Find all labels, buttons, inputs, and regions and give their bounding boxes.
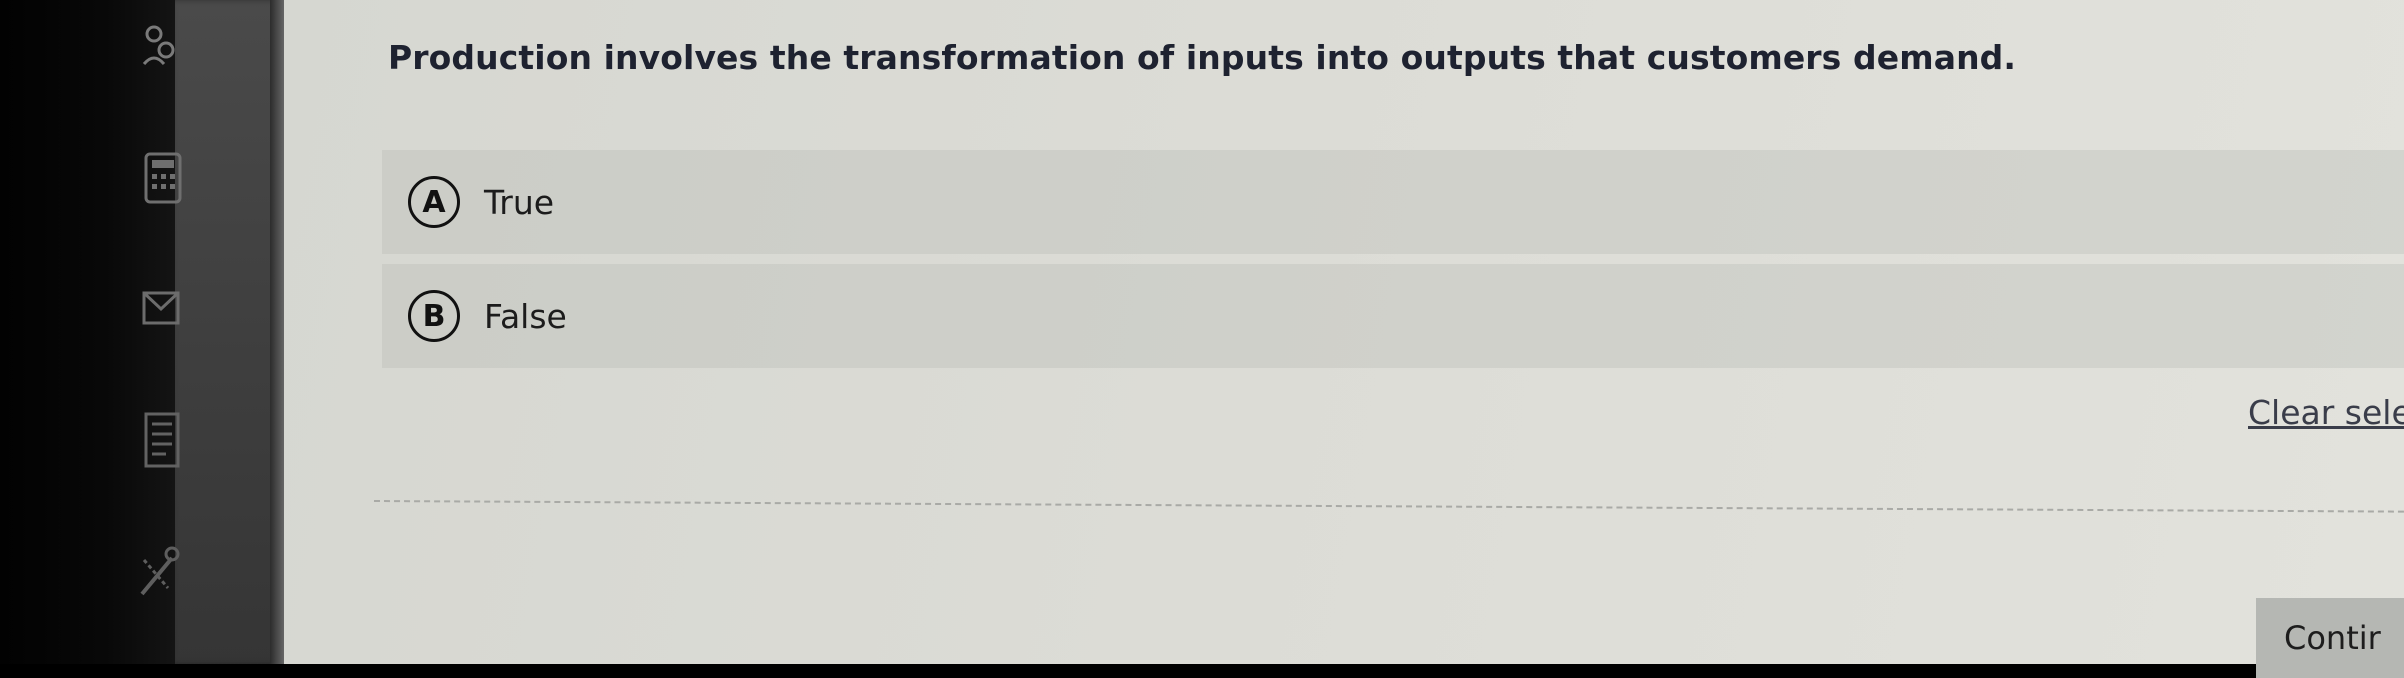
calculator-icon[interactable]	[144, 150, 182, 206]
option-a-letter-badge: A	[408, 176, 460, 228]
option-a-label: True	[484, 182, 555, 222]
continue-button[interactable]: Contir	[2256, 598, 2404, 678]
dashed-divider	[373, 500, 2404, 513]
tools-icon[interactable]	[138, 540, 180, 600]
question-text: Production involves the transformation o…	[388, 38, 2017, 77]
option-b[interactable]: B False	[382, 264, 2404, 368]
option-a[interactable]: A True	[382, 150, 2404, 254]
clear-selection-link[interactable]: Clear sele	[2248, 393, 2404, 432]
notes-icon[interactable]	[144, 410, 182, 470]
mail-icon[interactable]	[142, 285, 182, 335]
people-icon[interactable]	[140, 20, 180, 80]
option-b-letter-badge: B	[408, 290, 460, 342]
question-panel: Production involves the transformation o…	[284, 0, 2404, 678]
option-b-label: False	[484, 296, 567, 336]
